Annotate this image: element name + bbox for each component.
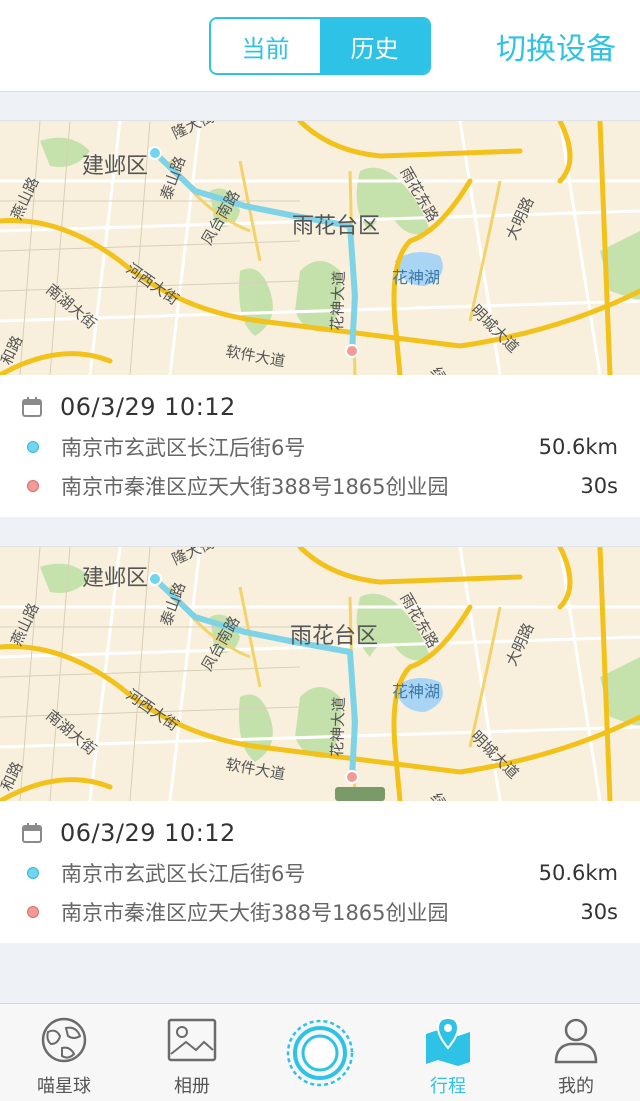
map-pin-icon [426, 1016, 470, 1066]
start-dot-icon [27, 867, 39, 879]
user-icon [554, 1018, 598, 1064]
start-address: 南京市玄武区长江后街6号 [61, 436, 306, 460]
tab-label: 行程 [430, 1076, 466, 1097]
tab-center-action[interactable] [256, 1004, 384, 1101]
road-sign-icon [335, 787, 385, 801]
start-address: 南京市玄武区长江后街6号 [61, 862, 306, 886]
photo-album-icon [167, 1018, 217, 1062]
trip-map[interactable]: 建邺区 雨花台区 花神湖 燕山路 河西大街 南湖大街 软件大道 凤台南路 雨花东… [0, 547, 640, 801]
start-dot-icon [27, 441, 39, 453]
map-lake-label: 花神湖 [392, 682, 440, 701]
planet-icon [41, 1017, 87, 1063]
tab-label: 我的 [558, 1076, 594, 1097]
map-district-label-2: 雨花台区 [292, 214, 380, 239]
trip-card[interactable]: 建邺区 雨花台区 花神湖 燕山路 河西大街 南湖大街 软件大道 凤台南路 雨花东… [0, 546, 640, 943]
tab-me[interactable]: 我的 [512, 1004, 640, 1101]
map-district-label-1: 建邺区 [82, 566, 148, 591]
trip-date: 06/3/29 10:12 [60, 819, 236, 847]
trip-distance: 50.6km [538, 861, 618, 885]
end-dot-icon [27, 906, 39, 918]
trip-end-row: 南京市秦淮区应天大街388号1865创业园 30s [22, 468, 618, 504]
trip-duration: 30s [580, 474, 618, 498]
map-road-label-10: 花神大道 [328, 271, 348, 332]
map-road-label-10: 花神大道 [328, 697, 348, 758]
map-lake-label: 花神湖 [392, 268, 440, 287]
tab-label: 相册 [174, 1076, 210, 1097]
top-bar: 当前 历史 切换设备 [0, 0, 640, 92]
trip-card[interactable]: 建邺区 雨花台区 花神湖 燕山路 河西大街 南湖大街 软件大道 凤台南路 雨花东… [0, 120, 640, 517]
trip-start-row: 南京市玄武区长江后街6号 50.6km [22, 429, 618, 465]
trip-date-row: 06/3/29 10:12 [22, 815, 618, 851]
trip-duration: 30s [580, 900, 618, 924]
calendar-icon [22, 397, 42, 417]
switch-device-button[interactable]: 切换设备 [496, 24, 616, 68]
tab-planet[interactable]: 喵星球 [0, 1004, 128, 1101]
trip-map[interactable]: 建邺区 雨花台区 花神湖 燕山路 河西大街 南湖大街 软件大道 凤台南路 雨花东… [0, 121, 640, 375]
trip-info: 06/3/29 10:12 南京市玄武区长江后街6号 50.6km 南京市秦淮区… [0, 801, 640, 943]
trip-date-row: 06/3/29 10:12 [22, 389, 618, 425]
end-address: 南京市秦淮区应天大街388号1865创业园 [61, 475, 449, 499]
center-circle-icon [286, 1019, 354, 1087]
end-address: 南京市秦淮区应天大街388号1865创业园 [61, 901, 449, 925]
segment-history[interactable]: 历史 [320, 19, 429, 73]
calendar-icon [22, 823, 42, 843]
tab-trips[interactable]: 行程 [384, 1004, 512, 1101]
bottom-tab-bar: 喵星球 相册 行程 我的 [0, 1003, 640, 1101]
trip-end-row: 南京市秦淮区应天大街388号1865创业园 30s [22, 894, 618, 930]
tab-album[interactable]: 相册 [128, 1004, 256, 1101]
trip-distance: 50.6km [538, 435, 618, 459]
mode-segmented-control: 当前 历史 [209, 17, 431, 75]
trip-date: 06/3/29 10:12 [60, 393, 236, 421]
map-district-label-2: 雨花台区 [290, 624, 378, 649]
trip-info: 06/3/29 10:12 南京市玄武区长江后街6号 50.6km 南京市秦淮区… [0, 375, 640, 517]
trip-start-row: 南京市玄武区长江后街6号 50.6km [22, 855, 618, 891]
end-dot-icon [27, 480, 39, 492]
map-district-label-1: 建邺区 [82, 154, 148, 179]
tab-label: 喵星球 [37, 1076, 91, 1097]
segment-current[interactable]: 当前 [211, 19, 320, 73]
